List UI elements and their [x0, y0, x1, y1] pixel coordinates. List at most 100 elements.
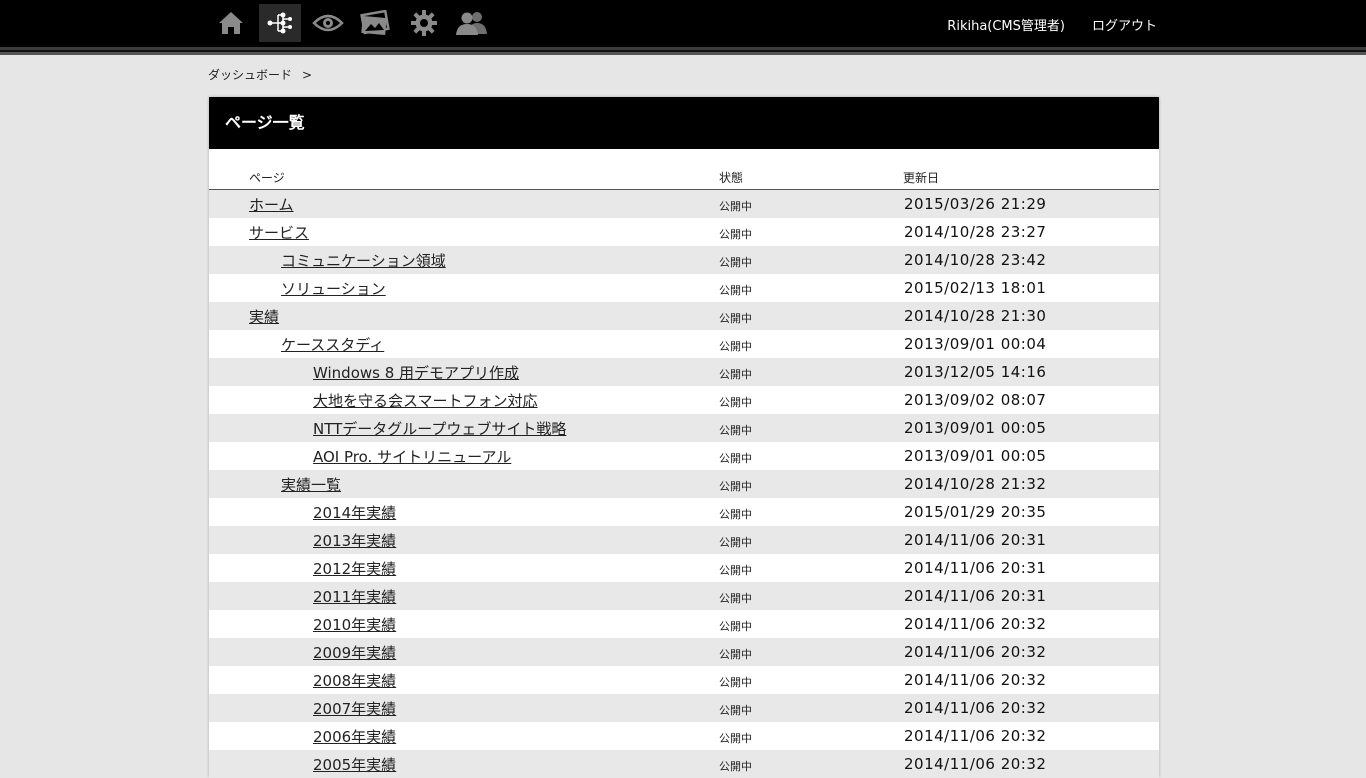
- page-title-link[interactable]: ソリューション: [281, 278, 386, 299]
- updated-date: 2014/10/28 21:30: [904, 307, 1047, 325]
- page-list-panel: ページ一覧 ページ 状態 更新日 ホーム 公開中 2015/03/26 21:29 サ…: [209, 97, 1159, 778]
- status-label: 公開中: [719, 452, 752, 465]
- table-row: 2005年実績 公開中 2014/11/06 20:32: [209, 750, 1159, 778]
- status-label: 公開中: [719, 760, 752, 773]
- updated-date: 2014/11/06 20:31: [904, 559, 1047, 577]
- updated-date: 2013/09/01 00:04: [904, 335, 1047, 353]
- status-label: 公開中: [719, 424, 752, 437]
- updated-date: 2014/10/28 21:32: [904, 475, 1047, 493]
- logout-link[interactable]: ログアウト: [1092, 15, 1157, 34]
- page-title-link[interactable]: サービス: [249, 222, 309, 243]
- table-header: ページ 状態 更新日: [209, 149, 1159, 190]
- page-title-link[interactable]: ケーススタディ: [281, 334, 384, 355]
- status-label: 公開中: [719, 228, 752, 241]
- updated-date: 2015/01/29 20:35: [904, 503, 1047, 521]
- page-title-link[interactable]: AOI Pro. サイトリニューアル: [313, 446, 511, 467]
- updated-date: 2014/10/28 23:42: [904, 251, 1047, 269]
- table-row: ケーススタディ 公開中 2013/09/01 00:04: [209, 330, 1159, 358]
- updated-date: 2013/09/01 00:05: [904, 419, 1047, 437]
- status-label: 公開中: [719, 676, 752, 689]
- images-icon[interactable]: [354, 4, 396, 42]
- status-label: 公開中: [719, 312, 752, 325]
- table-row: 2012年実績 公開中 2014/11/06 20:31: [209, 554, 1159, 582]
- table-row: 2011年実績 公開中 2014/11/06 20:31: [209, 582, 1159, 610]
- updated-date: 2015/03/26 21:29: [904, 195, 1047, 213]
- table-row: 2008年実績 公開中 2014/11/06 20:32: [209, 666, 1159, 694]
- table-row: Windows 8 用デモアプリ作成 公開中 2013/12/05 14:16: [209, 358, 1159, 386]
- page-title-link[interactable]: Windows 8 用デモアプリ作成: [313, 362, 519, 383]
- page-title-link[interactable]: 実績: [249, 306, 279, 327]
- page-title-link[interactable]: 2006年実績: [313, 726, 396, 747]
- page-table-body: ホーム 公開中 2015/03/26 21:29 サービス 公開中 2014/10/28 …: [209, 190, 1159, 778]
- updated-date: 2014/11/06 20:32: [904, 699, 1047, 717]
- table-row: ソリューション 公開中 2015/02/13 18:01: [209, 274, 1159, 302]
- table-row: 2010年実績 公開中 2014/11/06 20:32: [209, 610, 1159, 638]
- table-row: 実績 公開中 2014/10/28 21:30: [209, 302, 1159, 330]
- status-label: 公開中: [719, 480, 752, 493]
- status-label: 公開中: [719, 704, 752, 717]
- eye-icon[interactable]: [307, 4, 349, 42]
- sitemap-icon[interactable]: [259, 4, 301, 42]
- page-title-link[interactable]: 2007年実績: [313, 698, 396, 719]
- updated-date: 2014/11/06 20:31: [904, 531, 1047, 549]
- page-title-link[interactable]: 2013年実績: [313, 530, 396, 551]
- page-title-link[interactable]: ホーム: [249, 194, 294, 215]
- page-title-link[interactable]: 2011年実績: [313, 586, 396, 607]
- updated-date: 2013/12/05 14:16: [904, 363, 1047, 381]
- updated-date: 2014/11/06 20:32: [904, 671, 1047, 689]
- updated-date: 2014/11/06 20:32: [904, 727, 1047, 745]
- table-row: 2007年実績 公開中 2014/11/06 20:32: [209, 694, 1159, 722]
- page-title-link[interactable]: 2009年実績: [313, 642, 396, 663]
- table-row: 実績一覧 公開中 2014/10/28 21:32: [209, 470, 1159, 498]
- status-label: 公開中: [719, 396, 752, 409]
- page-title-link[interactable]: 2005年実績: [313, 754, 396, 775]
- table-row: 2009年実績 公開中 2014/11/06 20:32: [209, 638, 1159, 666]
- table-row: AOI Pro. サイトリニューアル 公開中 2013/09/01 00:05: [209, 442, 1159, 470]
- table-row: 2013年実績 公開中 2014/11/06 20:31: [209, 526, 1159, 554]
- page-title-link[interactable]: NTTデータグループウェブサイト戦略: [313, 418, 566, 439]
- status-label: 公開中: [719, 200, 752, 213]
- status-label: 公開中: [719, 368, 752, 381]
- table-row: 2006年実績 公開中 2014/11/06 20:32: [209, 722, 1159, 750]
- table-row: NTTデータグループウェブサイト戦略 公開中 2013/09/01 00:05: [209, 414, 1159, 442]
- status-label: 公開中: [719, 508, 752, 521]
- updated-date: 2015/02/13 18:01: [904, 279, 1047, 297]
- status-label: 公開中: [719, 536, 752, 549]
- table-row: ホーム 公開中 2015/03/26 21:29: [209, 190, 1159, 218]
- breadcrumb-separator: >: [302, 68, 313, 82]
- status-label: 公開中: [719, 648, 752, 661]
- breadcrumb: ダッシュボード >: [208, 66, 312, 83]
- panel-title: ページ一覧: [209, 97, 1159, 149]
- user-name-link[interactable]: Rikiha(CMS管理者): [947, 15, 1065, 34]
- page-title-link[interactable]: 2010年実績: [313, 614, 396, 635]
- column-header-updated: 更新日: [903, 171, 940, 185]
- column-header-page: ページ: [249, 171, 285, 185]
- updated-date: 2013/09/01 00:05: [904, 447, 1047, 465]
- user-area: Rikiha(CMS管理者) ログアウト: [947, 15, 1157, 34]
- page-title-link[interactable]: 2008年実績: [313, 670, 396, 691]
- status-label: 公開中: [719, 340, 752, 353]
- header-divider: [0, 47, 1366, 55]
- page-title-link[interactable]: 大地を守る会スマートフォン対応: [313, 390, 538, 411]
- page-title-link[interactable]: 2014年実績: [313, 502, 396, 523]
- column-header-status: 状態: [719, 171, 744, 185]
- status-label: 公開中: [719, 732, 752, 745]
- page-title-link[interactable]: 実績一覧: [281, 474, 341, 495]
- status-label: 公開中: [719, 564, 752, 577]
- status-label: 公開中: [719, 256, 752, 269]
- breadcrumb-dashboard-link[interactable]: ダッシュボード: [208, 68, 292, 82]
- table-row: 2014年実績 公開中 2015/01/29 20:35: [209, 498, 1159, 526]
- updated-date: 2014/11/06 20:32: [904, 755, 1047, 773]
- status-label: 公開中: [719, 620, 752, 633]
- table-row: サービス 公開中 2014/10/28 23:27: [209, 218, 1159, 246]
- page-title-link[interactable]: コミュニケーション領域: [281, 250, 446, 271]
- home-icon[interactable]: [210, 4, 252, 42]
- users-icon[interactable]: [451, 4, 493, 42]
- updated-date: 2014/10/28 23:27: [904, 223, 1047, 241]
- updated-date: 2014/11/06 20:32: [904, 643, 1047, 661]
- page-title-link[interactable]: 2012年実績: [313, 558, 396, 579]
- updated-date: 2014/11/06 20:32: [904, 615, 1047, 633]
- gear-icon[interactable]: [403, 4, 445, 42]
- table-row: 大地を守る会スマートフォン対応 公開中 2013/09/02 08:07: [209, 386, 1159, 414]
- updated-date: 2013/09/02 08:07: [904, 391, 1047, 409]
